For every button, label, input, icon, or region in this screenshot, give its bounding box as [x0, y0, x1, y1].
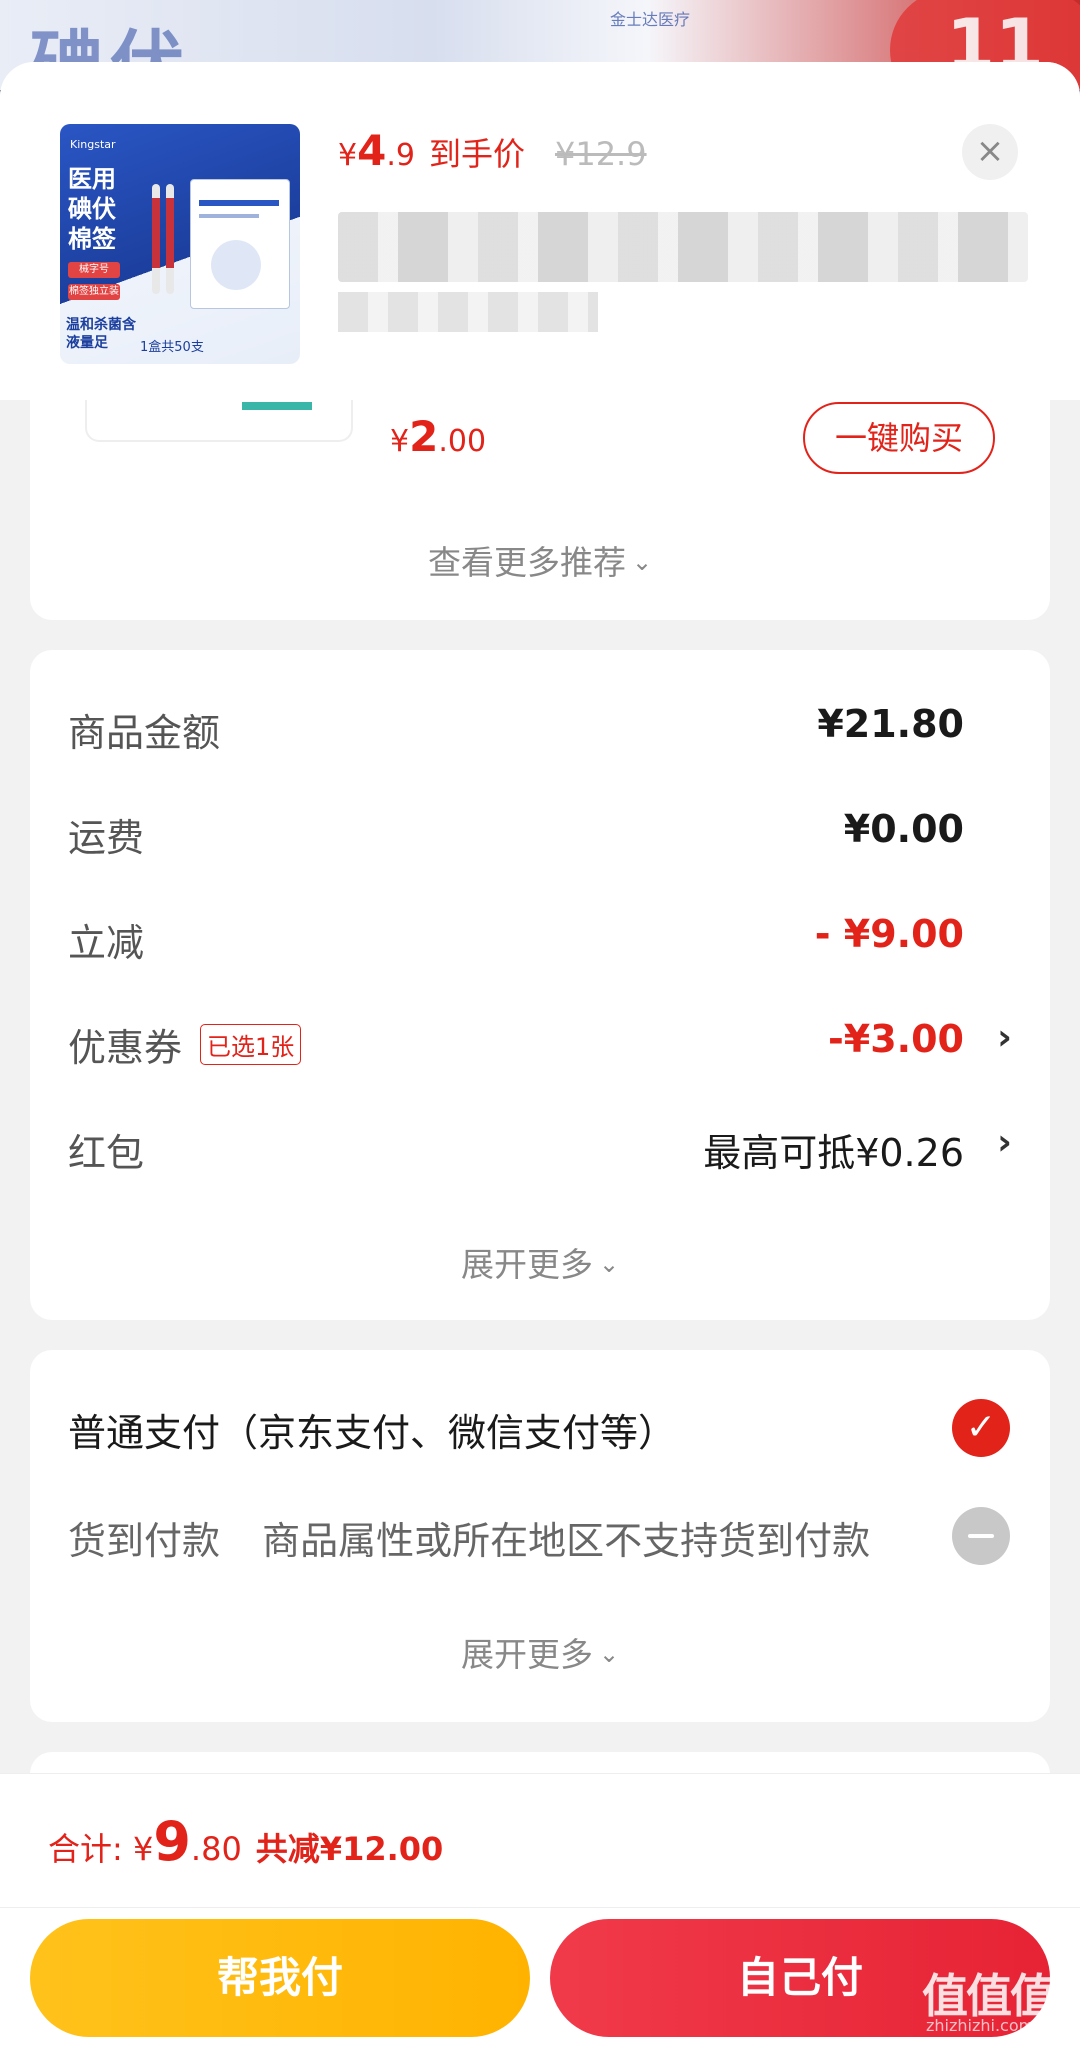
price-integer: 2	[409, 412, 439, 461]
chevron-down-icon: ⌄	[598, 1250, 620, 1278]
currency-symbol: ¥	[390, 424, 410, 459]
summary-row-discount: 立减 - ¥9.00	[68, 912, 1012, 992]
summary-row-shipping: 运费 ¥0.00	[68, 807, 1012, 887]
price-integer: 4	[357, 126, 387, 175]
coupon-label: 优惠券	[68, 1026, 183, 1070]
payment-option-normal[interactable]: 普通支付（京东支付、微信支付等）	[68, 1402, 676, 1457]
package-graphic	[190, 179, 290, 309]
check-icon[interactable]: ✓	[952, 1399, 1010, 1457]
summary-value: 最高可抵¥0.26	[703, 1131, 964, 1175]
thumb-brand: Kingstar	[70, 138, 116, 151]
summary-value: ¥21.80	[817, 702, 964, 746]
total-label: 合计:	[48, 1830, 123, 1868]
thumb-tag-1: 械字号	[68, 262, 120, 278]
payment-option-cod: 货到付款 商品属性或所在地区不支持货到付款	[68, 1510, 870, 1565]
product-thumbnail: Kingstar 医用碘伏棉签 械字号 棉签独立装 温和杀菌含液量足 1盒共50…	[60, 124, 300, 364]
one-click-buy-button[interactable]: 一键购买	[803, 402, 995, 474]
chevron-down-icon: ⌄	[598, 1640, 620, 1668]
summary-value: -¥3.00	[828, 1017, 964, 1061]
payment-option-label: 货到付款	[68, 1519, 221, 1563]
currency-symbol: ¥	[132, 1830, 154, 1868]
summary-row-coupon[interactable]: 优惠券 已选1张 -¥3.00 ›	[68, 1017, 1012, 1097]
price-decimal: .00	[438, 424, 487, 459]
thumb-tag-2: 棉签独立装	[68, 284, 120, 300]
final-price: ¥4.9 到手价 ¥12.9	[338, 126, 647, 175]
recommend-price: ¥2.00	[390, 412, 486, 461]
summary-label: 立减	[68, 921, 145, 965]
watermark-url: zhizhizhi.com	[926, 2016, 1035, 2035]
summary-label: 运费	[68, 816, 145, 860]
divider	[0, 1907, 1080, 1908]
swab-graphic	[152, 184, 160, 294]
summary-label: 商品金额	[68, 711, 221, 755]
summary-value: - ¥9.00	[814, 912, 964, 956]
expand-label: 展开更多	[460, 1245, 593, 1284]
currency-symbol: ¥	[338, 138, 358, 173]
close-icon[interactable]: ×	[962, 124, 1018, 180]
swab-graphic	[166, 184, 174, 294]
summary-row-redpacket[interactable]: 红包 最高可抵¥0.26 ›	[68, 1122, 1012, 1202]
total-integer: 9	[153, 1810, 191, 1873]
chevron-down-icon: ⌄	[631, 548, 653, 576]
help-pay-button[interactable]: 帮我付	[30, 1919, 530, 2037]
expand-payment-link[interactable]: 展开更多 ⌄	[30, 1628, 1050, 1676]
product-name-blurred	[338, 212, 1028, 282]
thumb-slogan: 温和杀菌含液量足	[66, 317, 136, 351]
view-more-label: 查看更多推荐	[427, 543, 626, 582]
total-decimal: .80	[190, 1830, 242, 1868]
payment-option-note: 商品属性或所在地区不支持货到付款	[262, 1519, 871, 1563]
thumb-count: 1盒共50支	[140, 340, 204, 355]
price-decimal: .9	[386, 138, 415, 173]
view-more-recommend-link[interactable]: 查看更多推荐 ⌄	[30, 536, 1050, 584]
summary-row-goods: 商品金额 ¥21.80	[68, 702, 1012, 782]
checkout-sheet: ¥2.00 一键购买 查看更多推荐 ⌄ Kingstar 医用碘伏棉签 械字号 棉…	[0, 62, 1080, 2053]
coupon-selected-tag: 已选1张	[200, 1024, 302, 1065]
thumb-title: 医用碘伏棉签	[68, 165, 116, 253]
total-discount: 共减¥12.00	[255, 1830, 444, 1868]
expand-summary-link[interactable]: 展开更多 ⌄	[30, 1238, 1050, 1286]
payment-option-label: 普通支付（京东支付、微信支付等）	[68, 1411, 677, 1455]
recommend-thumbnail[interactable]	[85, 400, 353, 442]
final-price-label: 到手价	[428, 135, 525, 173]
expand-label: 展开更多	[460, 1635, 593, 1674]
chevron-right-icon: ›	[997, 1122, 1012, 1163]
summary-label: 红包	[68, 1131, 145, 1175]
original-price: ¥12.9	[554, 135, 647, 173]
product-header: Kingstar 医用碘伏棉签 械字号 棉签独立装 温和杀菌含液量足 1盒共50…	[0, 62, 1080, 400]
summary-label: 优惠券 已选1张	[68, 1017, 302, 1072]
disabled-radio-icon	[952, 1507, 1010, 1565]
checkout-footer: 合计: ¥9.80 共减¥12.00 帮我付 自己付	[0, 1773, 1080, 2053]
total-amount: 合计: ¥9.80 共减¥12.00	[48, 1810, 443, 1873]
product-name-blurred	[338, 292, 598, 332]
chevron-right-icon: ›	[997, 1017, 1012, 1058]
summary-value: ¥0.00	[843, 807, 964, 851]
brand-logo: 金士达医疗	[610, 10, 691, 29]
